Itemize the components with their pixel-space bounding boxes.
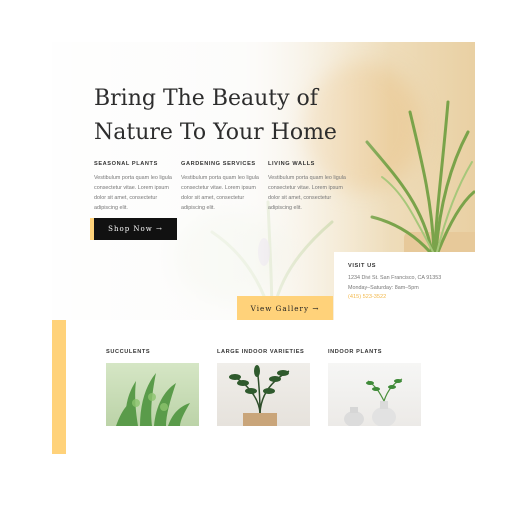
feature-text: Vestibulum porta quam leo ligula consect… [268,175,346,211]
category-heading-indoor-plants: INDOOR PLANTS [328,349,383,355]
succulents-image-card[interactable] [106,363,199,426]
feature-living-walls: LIVING WALLS Vestibulum porta quam leo l… [268,161,348,213]
category-heading-large-indoor: LARGE INDOOR VARIETIES [217,349,305,355]
zz-plant-illustration [229,365,290,426]
feature-text: Vestibulum porta quam leo ligula consect… [181,175,259,211]
large-indoor-image-card[interactable] [217,363,310,426]
shop-now-button[interactable]: Shop Now → [94,218,177,240]
feature-heading: GARDENING SERVICES [181,161,256,167]
feature-text: Vestibulum porta quam leo ligula consect… [94,175,172,211]
visit-us-heading: VISIT US [348,263,377,269]
view-gallery-button[interactable]: View Gallery → [237,296,333,320]
visit-address: 1234 Divi St. San Francisco, CA 91353 [348,275,442,281]
succulent-illustration [116,373,190,426]
accent-side-bar [52,320,66,454]
feature-heading: SEASONAL PLANTS [94,161,158,167]
visit-phone-link[interactable]: (415) 523-3522 [348,294,386,300]
vase-plant-illustration [344,378,403,426]
visit-hours: Monday–Saturday: 8am–5pm [348,285,419,291]
feature-heading: LIVING WALLS [268,161,315,167]
category-heading-succulents: SUCCULENTS [106,349,151,355]
feature-gardening-services: GARDENING SERVICES Vestibulum porta quam… [181,161,261,213]
hero-title: Bring The Beauty of Nature To Your Home [94,86,337,145]
feature-seasonal-plants: SEASONAL PLANTS Vestibulum porta quam le… [94,161,174,213]
indoor-plants-image-card[interactable] [328,363,421,426]
